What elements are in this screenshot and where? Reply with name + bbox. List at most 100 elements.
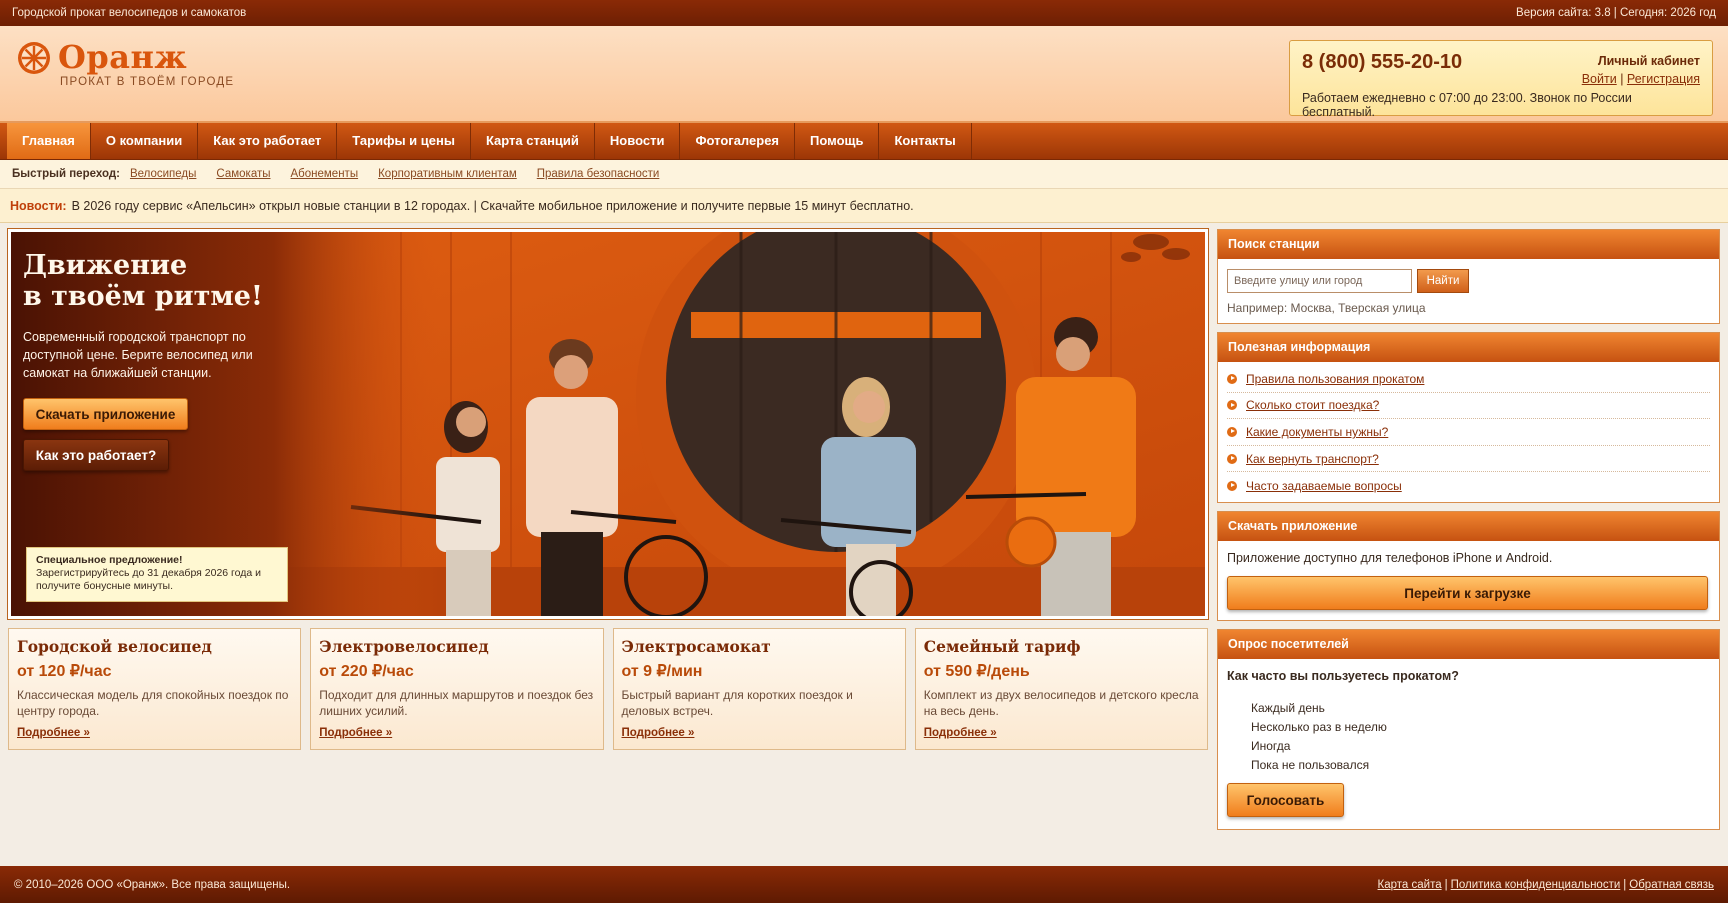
card-more-link[interactable]: Подробнее »	[924, 727, 997, 739]
news-ticker: Новости: В 2026 году сервис «Апельсин» о…	[0, 189, 1728, 223]
vote-button[interactable]: Голосовать	[1227, 782, 1344, 817]
download-app-button[interactable]: Скачать приложение	[23, 398, 188, 430]
card-more-link[interactable]: Подробнее »	[319, 727, 392, 739]
separator: |	[1623, 878, 1627, 891]
poll-option[interactable]: Каждый день	[1251, 699, 1710, 718]
arrow-bullet-icon	[1227, 453, 1237, 464]
arrow-bullet-icon	[1227, 400, 1237, 411]
working-hours: Работаем ежедневно с 07:00 до 23:00. Зво…	[1302, 91, 1632, 119]
how-it-works-button[interactable]: Как это работает?	[23, 439, 169, 471]
separator: |	[1620, 72, 1624, 86]
app-download-title: Скачать приложение	[1218, 511, 1719, 541]
app-download-box: Скачать приложение Приложение доступно д…	[1217, 510, 1720, 621]
logo[interactable]: Оранж ПРОКАТ В ТВОЁМ ГОРОДЕ	[16, 40, 234, 88]
arrow-bullet-icon	[1227, 373, 1237, 384]
main-content: Движение в твоём ритме! Современный горо…	[7, 228, 1209, 750]
info-link-rules[interactable]: Правила пользования прокатом	[1246, 372, 1424, 386]
contact-box: 8 (800) 555-20-10 Личный кабинет Войти |…	[1289, 40, 1713, 119]
card-more-link[interactable]: Подробнее »	[622, 727, 695, 739]
station-search-title: Поиск станции	[1218, 230, 1719, 259]
orange-slice-icon	[18, 42, 50, 74]
quick-link-scooters[interactable]: Самокаты	[216, 168, 270, 180]
site-version-info: Версия сайта: 3.8 | Сегодня: 2026 год	[1516, 7, 1716, 19]
station-search-input[interactable]	[1227, 269, 1412, 293]
top-strip: Городской прокат велосипедов и самокатов…	[0, 0, 1728, 26]
main-nav: Главная О компании Как это работает Тари…	[0, 123, 1728, 160]
info-link-cost[interactable]: Сколько стоит поездка?	[1246, 398, 1379, 412]
login-link[interactable]: Войти	[1582, 72, 1617, 86]
card-title: Городской велосипед	[17, 637, 212, 656]
card-description: Классическая модель для спокойных поездо…	[17, 688, 289, 718]
nav-item-home[interactable]: Главная	[7, 123, 91, 159]
tariff-cards: Городской велосипед от 120 ₽/час Классич…	[8, 628, 1208, 750]
news-label: Новости:	[10, 198, 67, 213]
info-link-return[interactable]: Как вернуть транспорт?	[1246, 452, 1379, 466]
list-item: Часто задаваемые вопросы	[1227, 472, 1710, 499]
footer-link-feedback[interactable]: Обратная связь	[1629, 879, 1714, 891]
card-title: Электровелосипед	[319, 637, 489, 656]
poll-question: Как часто вы пользуетесь прокатом?	[1227, 668, 1459, 683]
card-title: Электросамокат	[621, 637, 771, 656]
search-hint: Например: Москва, Тверская улица	[1227, 301, 1426, 315]
quick-link-subscriptions[interactable]: Абонементы	[291, 168, 359, 180]
quick-link-bikes[interactable]: Велосипеды	[130, 168, 196, 180]
card-description: Подходит для длинных маршрутов и поездок…	[319, 688, 594, 718]
nav-item-prices[interactable]: Тарифы и цены	[337, 123, 471, 159]
special-offer-text: Зарегистрируйтесь до 31 декабря 2026 год…	[36, 567, 262, 592]
nav-item-how-it-works[interactable]: Как это работает	[198, 123, 338, 159]
useful-info-title: Полезная информация	[1218, 333, 1719, 362]
hero-title-line2: в твоём ритме!	[23, 281, 263, 312]
station-search-box: Поиск станции Найти Например: Москва, Тв…	[1217, 229, 1720, 324]
register-link[interactable]: Регистрация	[1627, 72, 1700, 86]
nav-item-contacts[interactable]: Контакты	[879, 123, 972, 159]
nav-item-station-map[interactable]: Карта станций	[471, 123, 595, 159]
card-price: от 220 ₽/час	[319, 663, 414, 680]
nav-item-gallery[interactable]: Фотогалерея	[680, 123, 796, 159]
quick-links-bar: Быстрый переход: Велосипеды Самокаты Або…	[0, 160, 1728, 189]
tariff-card: Семейный тариф от 590 ₽/день Комплект из…	[914, 628, 1208, 750]
card-price: от 590 ₽/день	[923, 663, 1030, 680]
hero-title-line1: Движение	[23, 250, 188, 281]
nav-item-help[interactable]: Помощь	[795, 123, 880, 159]
footer-link-privacy[interactable]: Политика конфиденциальности	[1451, 879, 1621, 891]
info-link-documents[interactable]: Какие документы нужны?	[1246, 425, 1388, 439]
hero-banner: Движение в твоём ритме! Современный горо…	[7, 228, 1209, 620]
tariff-card: Электровелосипед от 220 ₽/час Подходит д…	[310, 628, 604, 750]
poll-option[interactable]: Пока не пользовался	[1251, 756, 1710, 775]
special-offer-title: Специальное предложение!	[36, 554, 183, 566]
list-item: Правила пользования прокатом	[1227, 366, 1710, 393]
go-to-download-button[interactable]: Перейти к загрузке	[1227, 575, 1708, 610]
arrow-bullet-icon	[1227, 480, 1237, 491]
card-description: Быстрый вариант для коротких поездок и д…	[621, 688, 853, 718]
quick-link-safety[interactable]: Правила безопасности	[537, 168, 660, 180]
card-more-link[interactable]: Подробнее »	[17, 727, 90, 739]
list-item: Какие документы нужны?	[1227, 419, 1710, 446]
site-description: Городской прокат велосипедов и самокатов	[12, 7, 247, 19]
footer-link-sitemap[interactable]: Карта сайта	[1378, 879, 1442, 891]
list-item: Как вернуть транспорт?	[1227, 446, 1710, 473]
nav-item-news[interactable]: Новости	[595, 123, 681, 159]
site-footer: © 2010–2026 ООО «Оранж». Все права защищ…	[0, 866, 1728, 903]
find-button[interactable]: Найти	[1417, 269, 1469, 293]
useful-info-box: Полезная информация Правила пользования …	[1217, 332, 1720, 503]
info-link-faq[interactable]: Часто задаваемые вопросы	[1246, 479, 1402, 493]
copyright: © 2010–2026 ООО «Оранж». Все права защищ…	[14, 878, 291, 891]
special-offer: Специальное предложение! Зарегистрируйте…	[26, 547, 288, 602]
separator: |	[1444, 878, 1448, 891]
poll-option[interactable]: Несколько раз в неделю	[1251, 718, 1710, 737]
phone-number[interactable]: 8 (800) 555-20-10	[1302, 51, 1462, 86]
quick-link-corporate[interactable]: Корпоративным клиентам	[378, 168, 517, 180]
logo-tagline: ПРОКАТ В ТВОЁМ ГОРОДЕ	[60, 76, 235, 88]
tariff-card: Электросамокат от 9 ₽/мин Быстрый вариан…	[612, 628, 906, 750]
logo-name: Оранж	[58, 38, 188, 76]
site-header: Оранж ПРОКАТ В ТВОЁМ ГОРОДЕ 8 (800) 555-…	[0, 26, 1728, 123]
quick-links-label: Быстрый переход:	[12, 168, 120, 180]
news-text: В 2026 году сервис «Апельсин» открыл нов…	[71, 198, 914, 213]
card-price: от 9 ₽/мин	[621, 663, 703, 680]
poll-option[interactable]: Иногда	[1251, 737, 1710, 756]
cabinet-title: Личный кабинет	[1597, 54, 1700, 68]
nav-item-about[interactable]: О компании	[91, 123, 199, 159]
poll-title: Опрос посетителей	[1218, 629, 1719, 659]
card-description: Комплект из двух велосипедов и детского …	[923, 688, 1199, 718]
poll-box: Опрос посетителей Как часто вы пользуете…	[1217, 628, 1720, 830]
